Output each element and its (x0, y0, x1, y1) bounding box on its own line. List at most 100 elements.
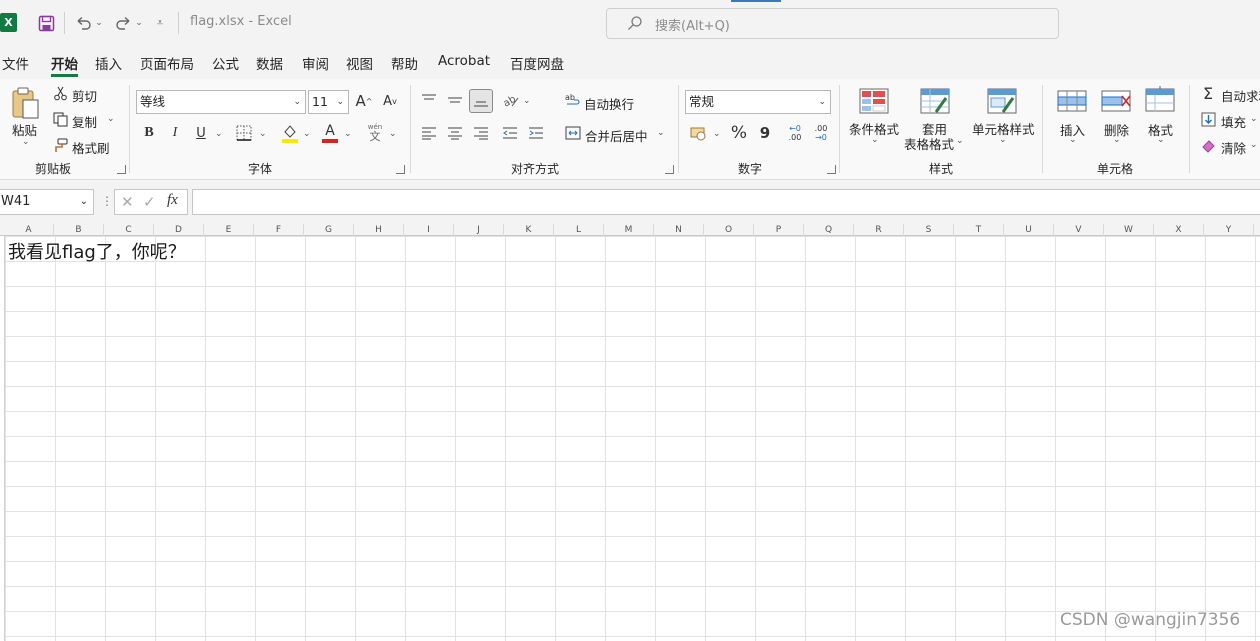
align-middle-icon[interactable] (446, 91, 464, 109)
decrease-decimal-icon[interactable]: .00 →0 (810, 122, 832, 144)
fill-color-dropdown-icon[interactable]: ⌄ (303, 129, 311, 139)
font-name-select[interactable]: 等线 ⌄ (136, 90, 306, 114)
increase-font-size-icon[interactable]: A ^ (354, 91, 374, 111)
column-header-d[interactable]: D (154, 224, 204, 236)
formula-bar-handle-icon[interactable]: ⋮ (101, 194, 113, 208)
number-format-select[interactable]: 常规 ⌄ (685, 90, 831, 114)
comma-style-button[interactable]: 9 (757, 123, 773, 143)
orientation-dropdown-icon[interactable]: ⌄ (523, 96, 531, 106)
tab-home[interactable]: 开始 (51, 53, 78, 73)
underline-dropdown-icon[interactable]: ⌄ (215, 129, 223, 139)
decrease-indent-icon[interactable] (501, 124, 519, 142)
tab-view[interactable]: 视图 (346, 53, 373, 73)
column-header-r[interactable]: R (854, 224, 904, 236)
cancel-icon[interactable]: ✕ (121, 193, 134, 211)
align-right-icon[interactable] (472, 124, 490, 142)
font-color-icon[interactable]: A (320, 121, 340, 145)
column-header-p[interactable]: P (754, 224, 804, 236)
tab-formulas[interactable]: 公式 (212, 53, 239, 73)
copy-button[interactable]: 复制 (72, 112, 97, 131)
column-header-f[interactable]: F (254, 224, 304, 236)
align-center-icon[interactable] (446, 124, 464, 142)
column-header-h[interactable]: H (354, 224, 404, 236)
tab-insert[interactable]: 插入 (95, 53, 122, 73)
search-box[interactable]: 搜索(Alt+Q) (606, 8, 1059, 39)
cell-a1[interactable]: 我看见flag了，你呢？ (8, 238, 186, 264)
undo-icon[interactable] (72, 11, 94, 35)
redo-icon[interactable] (112, 11, 134, 35)
formula-input[interactable] (192, 189, 1260, 215)
column-header-q[interactable]: Q (804, 224, 854, 236)
cut-button[interactable]: 剪切 (72, 86, 97, 105)
worksheet-grid[interactable]: ABCDEFGHIJKLMNOPQRSTUVWXY 我看见flag了，你呢？ (0, 224, 1260, 641)
font-size-select[interactable]: 11 ⌄ (308, 90, 349, 114)
font-launcher-icon[interactable] (396, 165, 405, 174)
insert-cells-dropdown-icon[interactable]: ⌄ (1069, 135, 1077, 145)
save-icon[interactable] (34, 11, 58, 35)
clear-button[interactable]: 清除 (1221, 138, 1246, 157)
name-box[interactable]: W41 ⌄ (0, 189, 94, 215)
column-header-u[interactable]: U (1004, 224, 1054, 236)
accounting-format-icon[interactable] (689, 124, 709, 142)
column-header-v[interactable]: V (1054, 224, 1104, 236)
orientation-icon[interactable]: ab (502, 91, 520, 109)
column-header-g[interactable]: G (304, 224, 354, 236)
font-color-dropdown-icon[interactable]: ⌄ (344, 129, 352, 139)
merge-center-button[interactable]: 合并后居中 (585, 126, 648, 145)
tab-review[interactable]: 审阅 (302, 53, 329, 73)
accounting-dropdown-icon[interactable]: ⌄ (713, 129, 721, 139)
paste-icon[interactable] (8, 85, 42, 121)
merge-dropdown-icon[interactable]: ⌄ (657, 128, 665, 138)
column-header-w[interactable]: W (1104, 224, 1154, 236)
format-as-table-dropdown-icon[interactable]: ⌄ (956, 136, 964, 146)
cell-area[interactable] (4, 236, 1260, 641)
border-dropdown-icon[interactable]: ⌄ (259, 129, 267, 139)
column-header-o[interactable]: O (704, 224, 754, 236)
alignment-launcher-icon[interactable] (665, 165, 674, 174)
tab-data[interactable]: 数据 (256, 53, 283, 73)
tab-file[interactable]: 文件 (2, 53, 29, 73)
column-header-c[interactable]: C (104, 224, 154, 236)
column-header-x[interactable]: X (1154, 224, 1204, 236)
fill-color-icon[interactable] (280, 123, 300, 143)
decrease-font-size-icon[interactable]: Av (380, 91, 400, 111)
format-painter-button[interactable]: 格式刷 (72, 138, 110, 157)
paste-dropdown-icon[interactable]: ⌄ (22, 137, 30, 147)
align-bottom-icon[interactable] (469, 89, 493, 113)
redo-dropdown-icon[interactable]: ⌄ (133, 11, 145, 35)
align-left-icon[interactable] (420, 124, 438, 142)
insert-function-icon[interactable]: fx (167, 192, 178, 209)
column-header-t[interactable]: T (954, 224, 1004, 236)
column-header-b[interactable]: B (54, 224, 104, 236)
clipboard-launcher-icon[interactable] (117, 165, 126, 174)
customize-toolbar-icon[interactable]: ⩡ (152, 11, 168, 35)
percent-style-button[interactable]: % (729, 123, 749, 143)
column-header-m[interactable]: M (604, 224, 654, 236)
wrap-text-button[interactable]: 自动换行 (584, 94, 634, 113)
align-top-icon[interactable] (420, 91, 438, 109)
italic-button[interactable]: I (166, 123, 184, 143)
undo-dropdown-icon[interactable]: ⌄ (93, 11, 105, 35)
cell-styles-dropdown-icon[interactable]: ⌄ (999, 135, 1007, 145)
column-header-l[interactable]: L (554, 224, 604, 236)
delete-cells-dropdown-icon[interactable]: ⌄ (1113, 135, 1121, 145)
border-icon[interactable] (235, 124, 253, 142)
copy-dropdown-icon[interactable]: ⌄ (107, 114, 115, 124)
clear-dropdown-icon[interactable]: ⌄ (1250, 140, 1258, 150)
tab-acrobat[interactable]: Acrobat (438, 53, 490, 69)
fill-button[interactable]: 填充 (1221, 112, 1246, 131)
column-header-y[interactable]: Y (1204, 224, 1254, 236)
bold-button[interactable]: B (140, 123, 158, 143)
conditional-dropdown-icon[interactable]: ⌄ (871, 135, 879, 145)
tab-page-layout[interactable]: 页面布局 (140, 53, 194, 73)
increase-decimal-icon[interactable]: ←0.00 (784, 122, 806, 144)
column-header-e[interactable]: E (204, 224, 254, 236)
phonetic-dropdown-icon[interactable]: ⌄ (389, 129, 397, 139)
column-header-j[interactable]: J (454, 224, 504, 236)
format-as-table-label-2[interactable]: 表格格式 (904, 134, 954, 153)
enter-check-icon[interactable]: ✓ (143, 193, 156, 211)
number-launcher-icon[interactable] (827, 165, 836, 174)
column-header-n[interactable]: N (654, 224, 704, 236)
tab-baidu-netdisk[interactable]: 百度网盘 (510, 53, 564, 73)
format-cells-dropdown-icon[interactable]: ⌄ (1157, 135, 1165, 145)
